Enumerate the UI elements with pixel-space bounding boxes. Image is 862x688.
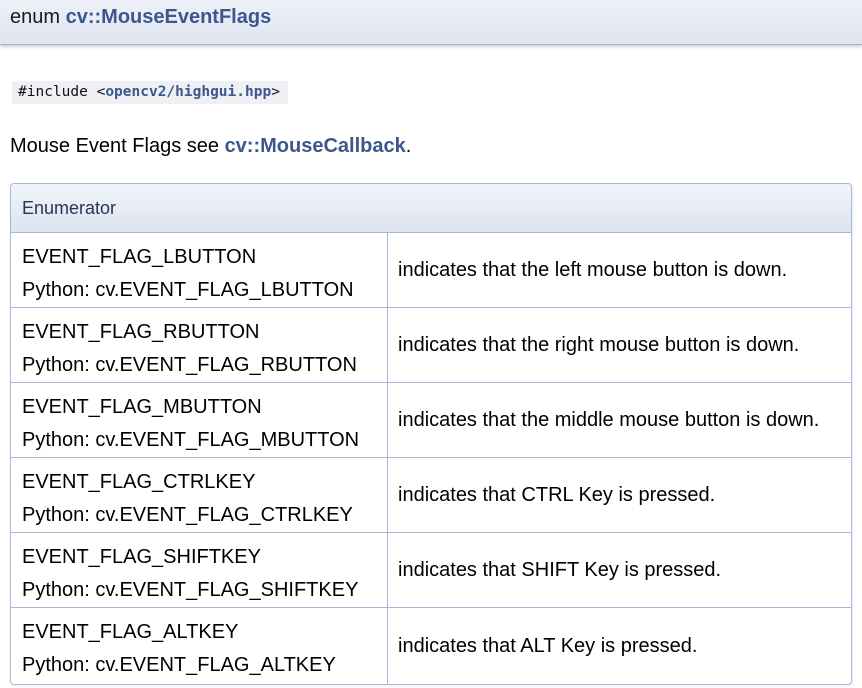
enum-name-cell: EVENT_FLAG_LBUTTON Python: cv.EVENT_FLAG…: [11, 233, 388, 307]
enumerator-table: Enumerator EVENT_FLAG_LBUTTON Python: cv…: [10, 183, 852, 685]
enum-doc-cell: indicates that the left mouse button is …: [398, 258, 788, 281]
include-suffix: >: [271, 84, 280, 100]
enum-python-name: Python: cv.EVENT_FLAG_RBUTTON: [22, 354, 357, 376]
enum-doc-cell: indicates that SHIFT Key is pressed.: [398, 558, 722, 581]
enum-python-name: Python: cv.EVENT_FLAG_CTRLKEY: [22, 504, 353, 526]
enum-python-name: Python: cv.EVENT_FLAG_LBUTTON: [22, 279, 354, 301]
enum-name: EVENT_FLAG_ALTKEY: [22, 621, 239, 643]
enum-doc-cell: indicates that ALT Key is pressed.: [398, 635, 698, 657]
include-line: #include <opencv2/highgui.hpp>: [12, 81, 288, 104]
page-title: enum cv::MouseEventFlags: [10, 5, 271, 29]
enum-name: EVENT_FLAG_SHIFTKEY: [22, 546, 261, 568]
enum-python-name: Python: cv.EVENT_FLAG_MBUTTON: [22, 429, 360, 451]
title-prefix: enum: [10, 6, 66, 28]
enum-name: EVENT_FLAG_MBUTTON: [22, 396, 262, 418]
enumerator-table-header: Enumerator: [11, 184, 851, 233]
enum-name-cell: EVENT_FLAG_RBUTTON Python: cv.EVENT_FLAG…: [11, 308, 388, 382]
description-suffix: .: [405, 135, 412, 157]
table-row: EVENT_FLAG_RBUTTON Python: cv.EVENT_FLAG…: [11, 308, 851, 383]
description-text: Mouse Event Flags see: [10, 135, 225, 157]
enum-name-cell: EVENT_FLAG_ALTKEY Python: cv.EVENT_FLAG_…: [11, 608, 388, 684]
enum-name-cell: EVENT_FLAG_MBUTTON Python: cv.EVENT_FLAG…: [11, 383, 388, 457]
table-row: EVENT_FLAG_ALTKEY Python: cv.EVENT_FLAG_…: [11, 608, 851, 684]
mousecallback-link[interactable]: cv::MouseCallback: [225, 135, 406, 157]
title-enum-name: cv::MouseEventFlags: [65, 6, 272, 28]
table-row: EVENT_FLAG_CTRLKEY Python: cv.EVENT_FLAG…: [11, 458, 851, 533]
enum-name-cell: EVENT_FLAG_SHIFTKEY Python: cv.EVENT_FLA…: [11, 533, 388, 607]
description: Mouse Event Flags see cv::MouseCallback.: [10, 134, 411, 158]
enum-doc-cell: indicates that the middle mouse button i…: [398, 408, 820, 431]
enum-python-name: Python: cv.EVENT_FLAG_ALTKEY: [22, 654, 336, 676]
include-directive: #include <: [18, 84, 106, 100]
enum-name: EVENT_FLAG_CTRLKEY: [22, 471, 256, 493]
enum-name: EVENT_FLAG_LBUTTON: [22, 246, 257, 268]
include-path-link[interactable]: opencv2/highgui.hpp: [105, 84, 271, 100]
enum-python-name: Python: cv.EVENT_FLAG_SHIFTKEY: [22, 579, 359, 601]
table-row: EVENT_FLAG_LBUTTON Python: cv.EVENT_FLAG…: [11, 233, 851, 308]
page-header: enum cv::MouseEventFlags: [0, 0, 862, 45]
enum-name: EVENT_FLAG_RBUTTON: [22, 321, 260, 343]
enum-doc-cell: indicates that the right mouse button is…: [398, 333, 800, 356]
table-row: EVENT_FLAG_SHIFTKEY Python: cv.EVENT_FLA…: [11, 533, 851, 608]
enum-doc-cell: indicates that CTRL Key is pressed.: [398, 483, 716, 506]
enum-name-cell: EVENT_FLAG_CTRLKEY Python: cv.EVENT_FLAG…: [11, 458, 388, 532]
table-row: EVENT_FLAG_MBUTTON Python: cv.EVENT_FLAG…: [11, 383, 851, 458]
